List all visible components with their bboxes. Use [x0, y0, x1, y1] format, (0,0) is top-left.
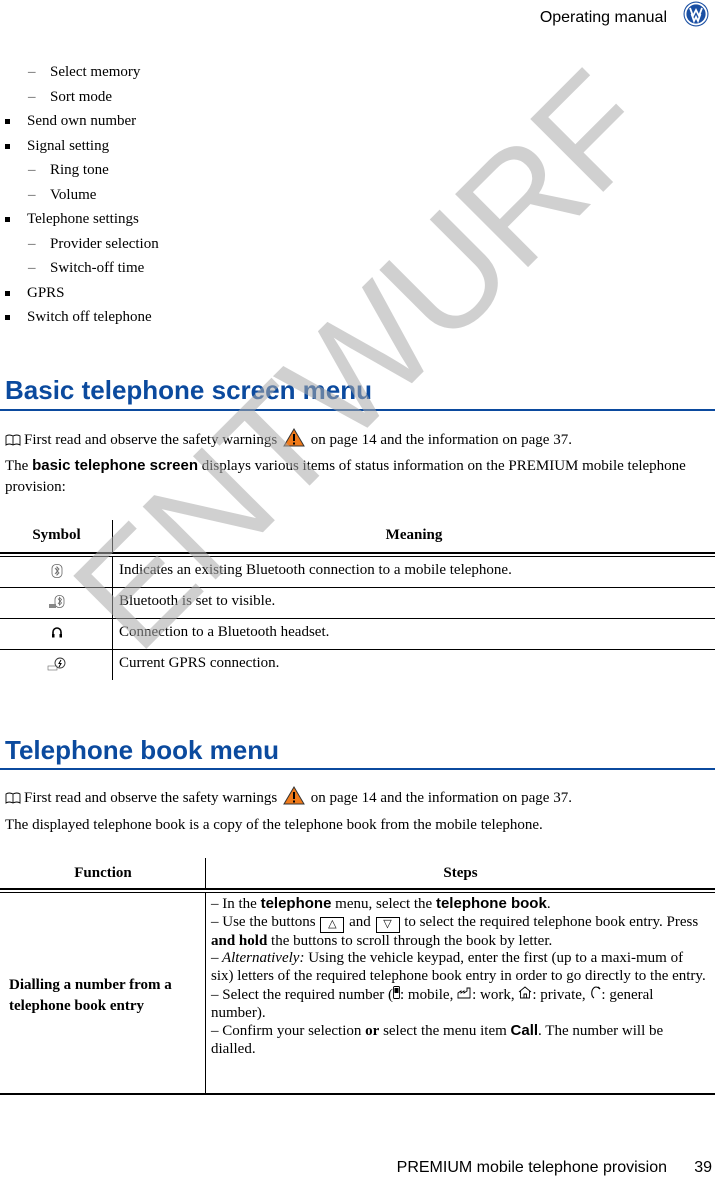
up-arrow-button-icon: △ [320, 916, 345, 933]
bluetooth-icon [51, 564, 62, 578]
column-header-symbol: Symbol [32, 527, 81, 543]
list-item: Signal setting [0, 134, 400, 159]
heading-rule [0, 409, 715, 411]
work-icon [457, 987, 471, 999]
warning-icon [283, 786, 305, 805]
list-item: – Sort mode [28, 88, 113, 105]
mobile-phone-icon [393, 985, 400, 999]
column-header-meaning: Meaning [385, 527, 443, 543]
list-item: Telephone settings [0, 207, 400, 232]
step-1: – In the telephone menu, select the tele… [211, 895, 551, 912]
menu-item-list: – Select memory – Sort mode Send own numbe… [0, 60, 400, 330]
table-row: Indicates an existing Bluetooth connecti… [0, 557, 715, 588]
table-row: Current GPRS connection. [0, 650, 715, 680]
section-heading-telephone-book: Telephone book menu [5, 735, 279, 765]
list-item: – Volume [28, 186, 97, 203]
gprs-icon [47, 657, 65, 671]
list-item: – Ring tone [28, 162, 109, 178]
column-header-function: Function [74, 865, 132, 881]
list-item: – Select memory [28, 64, 141, 80]
bluetooth-visible-icon [48, 595, 64, 608]
vw-logo-icon [683, 1, 709, 27]
step-4: – Select the required number (: mobile, … [211, 985, 654, 1021]
table-header: Function Steps [0, 858, 715, 888]
table-row: Dialling a number from a telephone book … [0, 893, 715, 1095]
step-2: – Use the buttons △ and ▽ to select the … [211, 913, 699, 949]
header-title: Operating manual [539, 9, 667, 26]
column-header-steps: Steps [443, 865, 478, 881]
book-icon [5, 434, 21, 446]
page-number: 39 [694, 1159, 712, 1176]
intro-paragraph: The basic telephone screen displays vari… [5, 457, 686, 495]
safety-note: First read and observe the safety warnin… [5, 786, 705, 809]
warning-icon [283, 428, 305, 447]
down-arrow-button-icon: ▽ [375, 916, 400, 933]
list-item: Send own number [0, 109, 400, 134]
table-row: Connection to a Bluetooth headset. [0, 619, 715, 650]
handset-icon [591, 986, 601, 999]
step-3: – Alternatively: Using the vehicle keypa… [211, 950, 706, 985]
book-icon [5, 792, 21, 804]
function-name: Dialling a number from a telephone book … [9, 977, 172, 1014]
home-icon [519, 986, 532, 999]
function-table: Function Steps Dialling a number from a … [0, 858, 715, 1095]
step-5: – Confirm your selection or select the m… [211, 1022, 664, 1057]
steps-cell: – In the telephone menu, select the tele… [211, 895, 706, 1059]
list-item: – Switch-off time [28, 260, 145, 276]
table-header: Symbol Meaning [0, 520, 715, 552]
footer-title: PREMIUM mobile telephone provision [396, 1159, 667, 1176]
list-item: Switch off telephone [0, 305, 400, 330]
list-item: GPRS [0, 281, 400, 306]
intro-paragraph: The displayed telephone book is a copy o… [5, 817, 543, 833]
safety-note: First read and observe the safety warnin… [5, 428, 705, 451]
headset-icon [51, 627, 62, 638]
section-heading-basic-screen: Basic telephone screen menu [5, 375, 373, 405]
table-row: Bluetooth is set to visible. [0, 588, 715, 619]
heading-rule [0, 768, 715, 770]
list-item: – Provider selection [28, 235, 159, 252]
symbol-table: Symbol Meaning Indicates an existing Blu… [0, 520, 715, 680]
